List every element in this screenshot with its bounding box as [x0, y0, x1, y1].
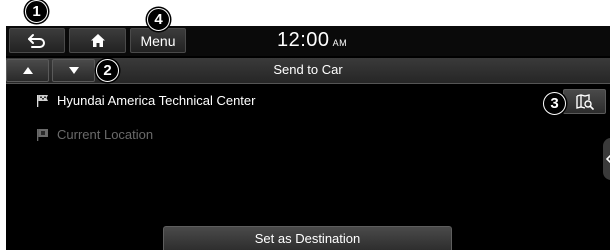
clock: 12:00 AM: [277, 29, 347, 52]
set-destination-button[interactable]: Set as Destination: [163, 226, 452, 250]
back-button[interactable]: [9, 28, 65, 53]
infotainment-screen: Menu 12:00 AM Send to Car Hyundai America…: [6, 26, 610, 250]
callout-marker-4: 4: [147, 8, 170, 31]
list-item-label: Current Location: [57, 127, 154, 142]
callout-marker-2: 2: [96, 59, 119, 82]
callout-marker-3: 3: [543, 92, 566, 115]
set-destination-label: Set as Destination: [254, 231, 361, 246]
menu-label: Menu: [140, 32, 176, 49]
clock-time: 12:00: [277, 29, 330, 51]
clock-ampm: AM: [332, 38, 348, 48]
list-item[interactable]: Hyundai America Technical Center: [36, 93, 255, 108]
home-icon: [90, 34, 105, 47]
callout-marker-1: 1: [25, 0, 48, 23]
chevron-left-icon: [606, 155, 610, 163]
list-item-disabled: Current Location: [36, 127, 153, 142]
flag-icon: [37, 129, 48, 141]
home-button[interactable]: [69, 28, 126, 53]
side-panel-handle[interactable]: [603, 138, 610, 180]
flag-icon: [37, 95, 48, 107]
status-bar: Menu 12:00 AM: [6, 26, 610, 56]
list-item-label: Hyundai America Technical Center: [57, 93, 256, 108]
back-arrow-icon: [28, 33, 45, 48]
menu-button[interactable]: Menu: [130, 28, 186, 53]
map-search-icon: [575, 93, 594, 110]
map-search-button[interactable]: [563, 89, 606, 114]
